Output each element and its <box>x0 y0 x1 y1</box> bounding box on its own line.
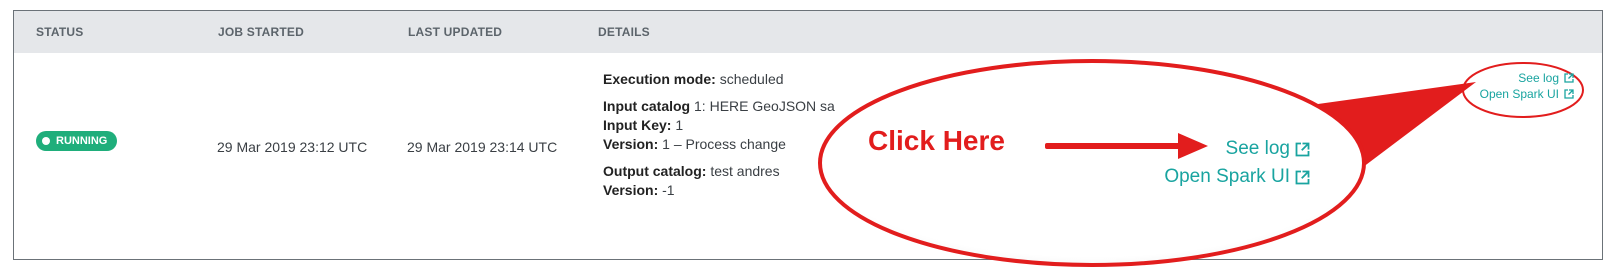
zoomed-see-log-link[interactable]: See log <box>1226 135 1310 163</box>
row-links: See log Open Spark UI <box>1480 70 1574 102</box>
zoomed-open-spark-ui-label: Open Spark UI <box>1164 166 1290 187</box>
zoomed-open-spark-ui-link[interactable]: Open Spark UI <box>1164 163 1310 191</box>
zoomed-links: See log Open Spark UI <box>1150 135 1310 191</box>
external-link-icon <box>1295 170 1310 184</box>
callout-overlay <box>818 59 1584 267</box>
external-link-icon <box>1295 142 1310 156</box>
external-link-icon <box>1564 73 1574 83</box>
see-log-link[interactable]: See log <box>1518 70 1574 86</box>
open-spark-ui-label: Open Spark UI <box>1479 87 1559 101</box>
click-here-annotation: Click Here <box>868 125 1005 156</box>
open-spark-ui-link[interactable]: Open Spark UI <box>1480 86 1574 102</box>
zoomed-see-log-label: See log <box>1225 138 1290 159</box>
external-link-icon <box>1564 89 1574 99</box>
see-log-label: See log <box>1518 71 1559 85</box>
